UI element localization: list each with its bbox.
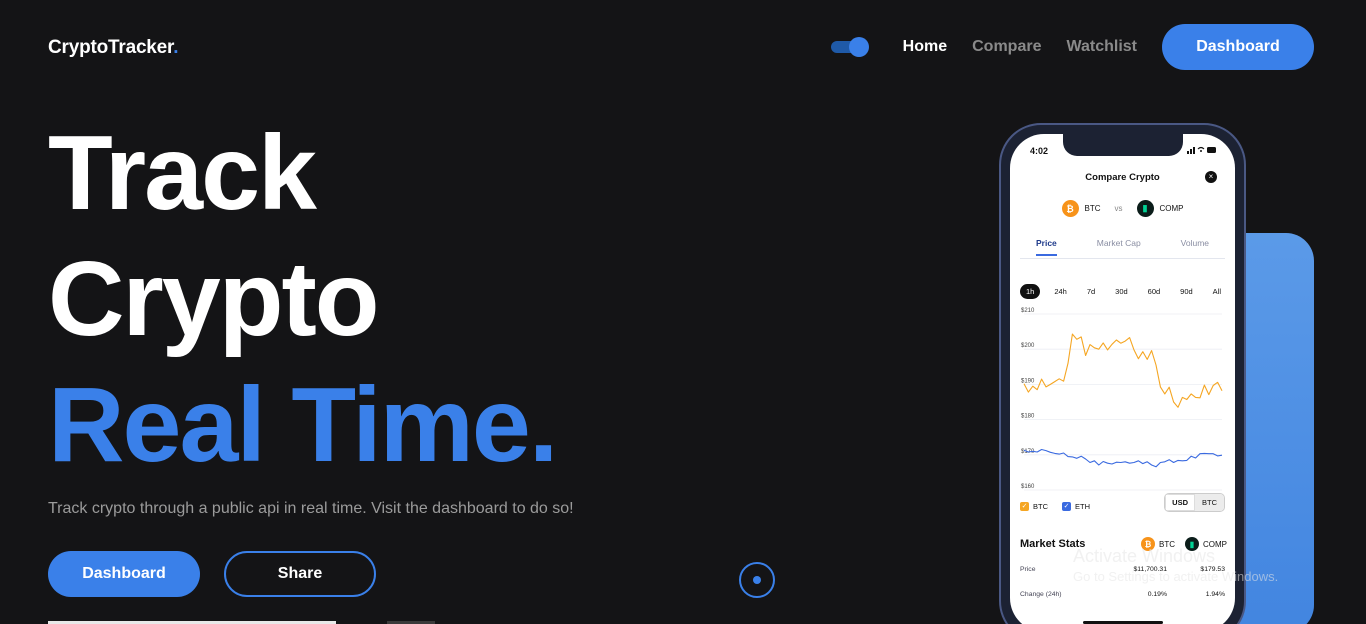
toggle-knob bbox=[848, 37, 869, 57]
range-60d[interactable]: 60d bbox=[1142, 284, 1167, 299]
range-all[interactable]: All bbox=[1207, 284, 1227, 299]
hero-line-crypto: Crypto bbox=[48, 240, 380, 358]
btc-checkbox[interactable]: ✓ bbox=[1020, 502, 1029, 511]
coin-b-label[interactable]: COMP bbox=[1160, 204, 1184, 213]
btc-coin-icon: ₿ bbox=[1061, 200, 1079, 217]
tab-market-cap[interactable]: Market Cap bbox=[1097, 238, 1141, 256]
stats-label: Change (24h) bbox=[1020, 591, 1062, 598]
nav-link-compare[interactable]: Compare bbox=[972, 38, 1041, 56]
range-selector: 1h 24h 7d 30d 60d 90d All bbox=[1020, 284, 1227, 299]
range-90d[interactable]: 90d bbox=[1174, 284, 1199, 299]
nav-dashboard-button[interactable]: Dashboard bbox=[1162, 24, 1314, 70]
y-tick-label: $180 bbox=[1021, 414, 1035, 420]
scroll-indicator-icon[interactable] bbox=[739, 562, 775, 598]
phone-notch bbox=[1062, 134, 1183, 156]
range-24h[interactable]: 24h bbox=[1048, 284, 1073, 299]
y-tick-label: $190 bbox=[1021, 378, 1035, 384]
compare-title: Compare Crypto bbox=[1085, 172, 1160, 183]
legend-btc: BTC bbox=[1033, 502, 1048, 511]
y-tick-label: $210 bbox=[1021, 308, 1035, 314]
vs-label: vs bbox=[1114, 204, 1123, 213]
hero-actions: Dashboard Share bbox=[48, 551, 376, 597]
price-chart: $210$200$190$180$170$160 bbox=[1021, 308, 1223, 491]
status-icons bbox=[1187, 146, 1217, 156]
close-icon[interactable]: × bbox=[1205, 171, 1217, 183]
brand-dot: . bbox=[173, 37, 179, 58]
coin-pair: ₿ BTC vs ▮ COMP bbox=[1010, 200, 1235, 217]
top-nav: Home Compare Watchlist Dashboard bbox=[830, 24, 1314, 70]
legend-eth: ETH bbox=[1075, 502, 1090, 511]
brand-name: CryptoTracker bbox=[48, 37, 174, 58]
signal-wifi-battery-icon bbox=[1187, 146, 1216, 154]
range-1h[interactable]: 1h bbox=[1020, 284, 1041, 299]
nav-link-watchlist[interactable]: Watchlist bbox=[1066, 38, 1137, 56]
hero-dashboard-button[interactable]: Dashboard bbox=[48, 551, 200, 597]
currency-usd[interactable]: USD bbox=[1165, 494, 1195, 511]
status-time: 4:02 bbox=[1030, 146, 1049, 156]
y-tick-label: $160 bbox=[1021, 484, 1035, 490]
currency-toggle: USD BTC bbox=[1164, 493, 1225, 512]
hero-line-track: Track bbox=[48, 114, 317, 232]
hero-heading: Track Crypto Real Time. bbox=[48, 110, 558, 488]
range-7d[interactable]: 7d bbox=[1081, 284, 1101, 299]
brand-logo[interactable]: CryptoTracker. bbox=[48, 37, 178, 59]
range-30d[interactable]: 30d bbox=[1109, 284, 1134, 299]
stats-value-a: 0.19% bbox=[1147, 591, 1167, 598]
stats-row: Change (24h) 0.19% 1.94% bbox=[1020, 591, 1225, 598]
stats-value-b: 1.94% bbox=[1205, 591, 1225, 598]
eth-checkbox[interactable]: ✓ bbox=[1062, 502, 1071, 511]
nav-link-home[interactable]: Home bbox=[903, 38, 947, 56]
theme-toggle[interactable] bbox=[830, 37, 869, 57]
series-line-btc bbox=[1023, 333, 1223, 408]
hero-subtitle: Track crypto through a public api in rea… bbox=[48, 500, 574, 517]
series-line-eth bbox=[1023, 448, 1223, 468]
watermark-title: Activate Windows bbox=[1073, 546, 1216, 566]
tab-volume[interactable]: Volume bbox=[1181, 238, 1209, 256]
windows-activation-watermark: Activate Windows Go to Settings to activ… bbox=[1073, 546, 1278, 584]
watermark-text: Go to Settings to activate Windows. bbox=[1073, 569, 1279, 584]
hero-line-realtime: Real Time. bbox=[48, 366, 558, 484]
currency-btc[interactable]: BTC bbox=[1195, 494, 1224, 511]
tab-divider bbox=[1020, 258, 1225, 259]
tab-price[interactable]: Price bbox=[1035, 238, 1057, 256]
phone-tabs: Price Market Cap Volume bbox=[1010, 238, 1235, 256]
coin-a-label[interactable]: BTC bbox=[1085, 204, 1101, 213]
comp-coin-icon: ▮ bbox=[1136, 200, 1154, 217]
chart-legend: ✓ BTC ✓ ETH bbox=[1020, 502, 1090, 511]
y-tick-label: $200 bbox=[1021, 343, 1035, 349]
hero-share-button[interactable]: Share bbox=[224, 551, 376, 597]
